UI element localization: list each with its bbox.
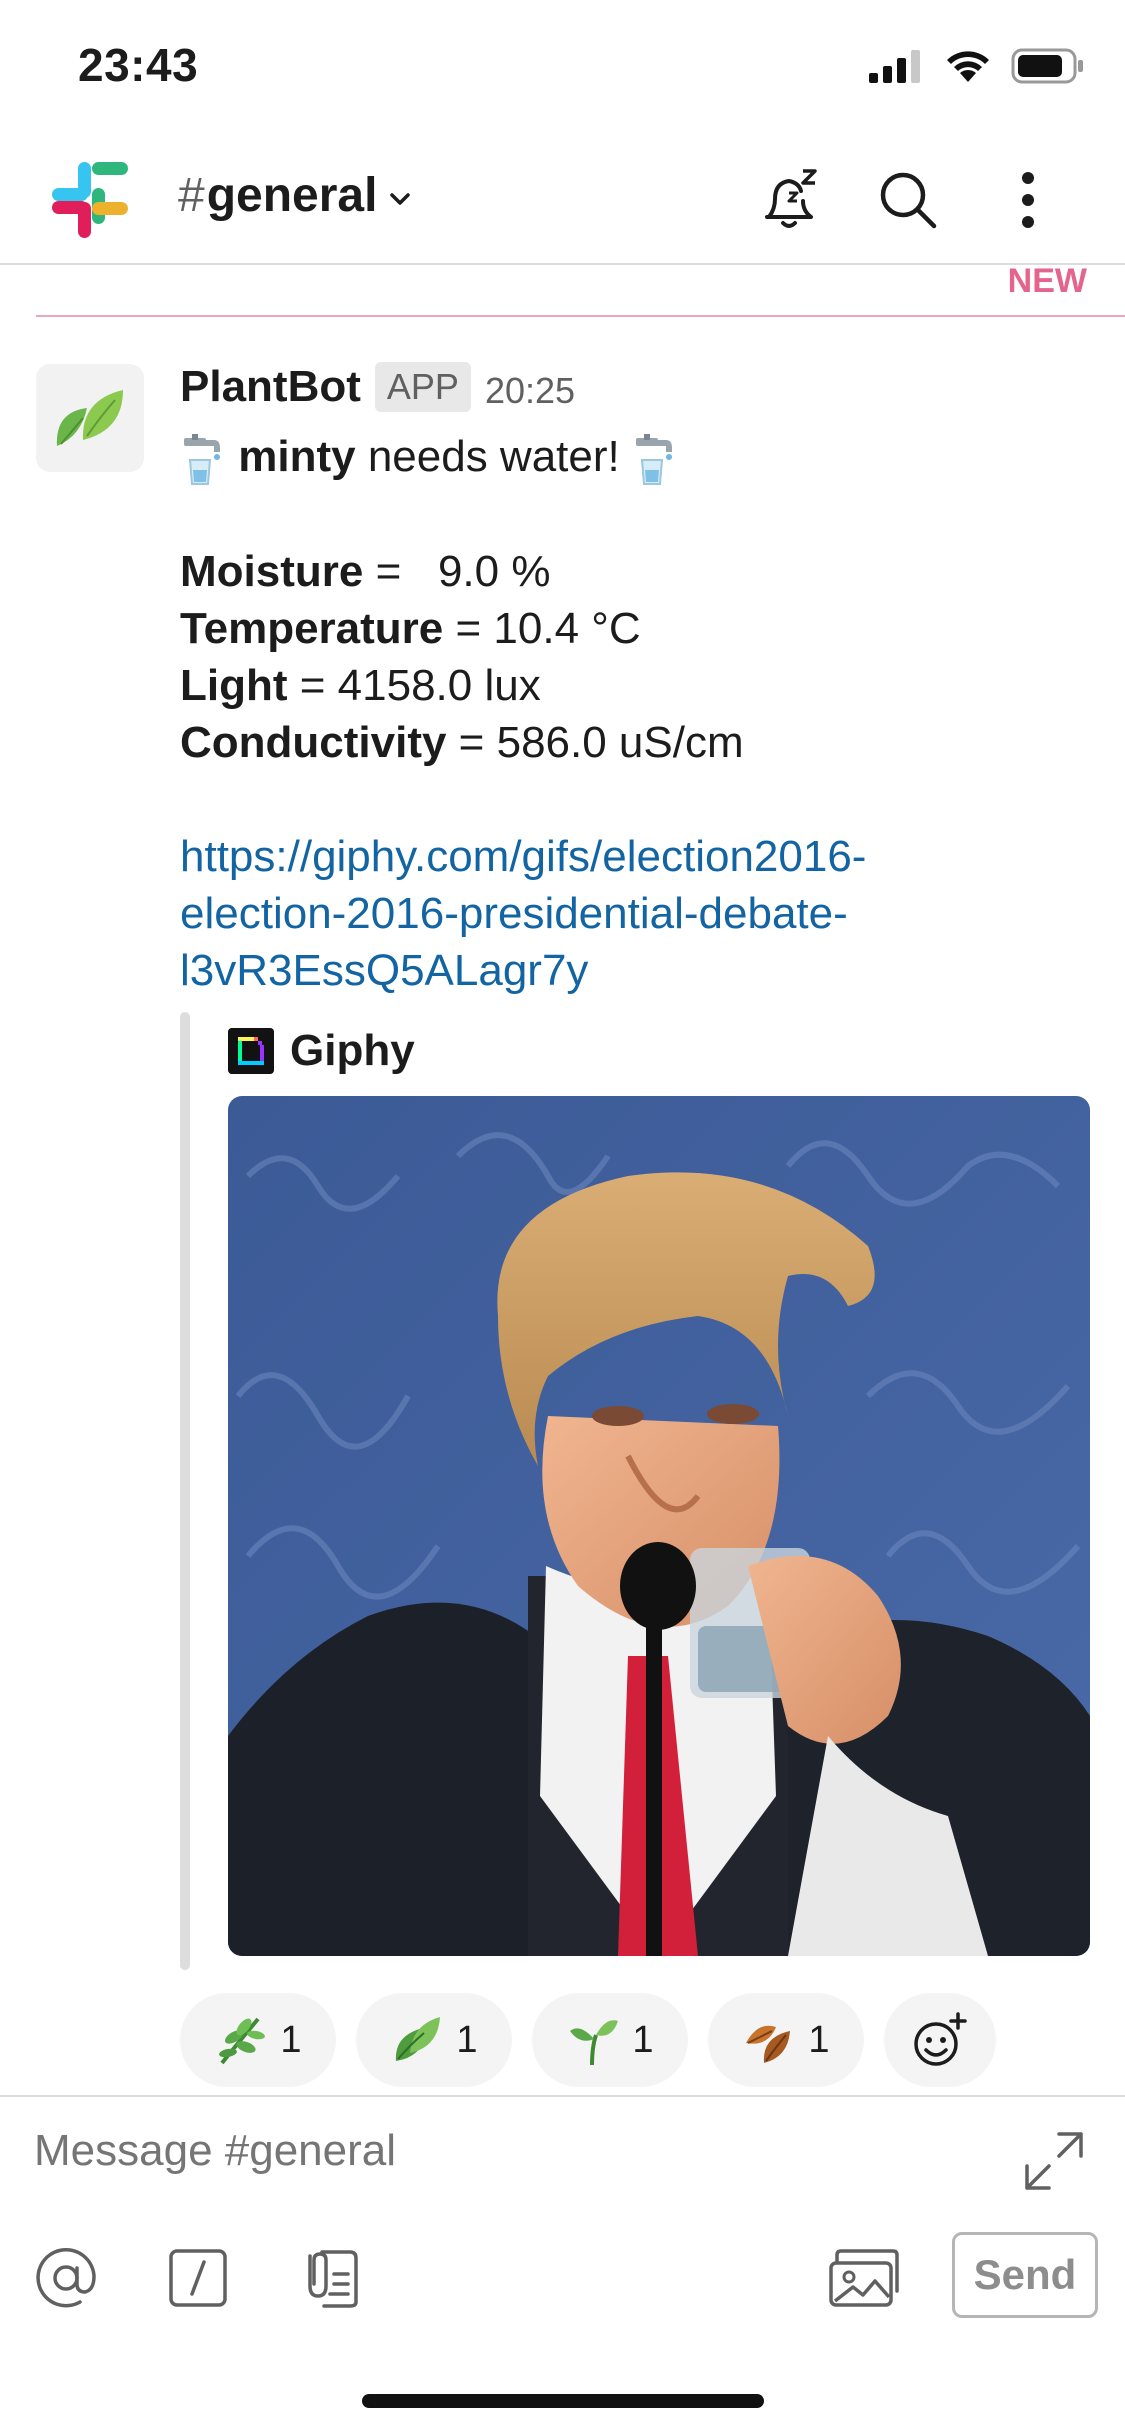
- slash-command-icon: [169, 2249, 227, 2307]
- cellular-signal-icon: [869, 50, 920, 83]
- reaction-leaves[interactable]: 1: [356, 1993, 512, 2087]
- reaction-count: 1: [632, 2018, 654, 2061]
- seedling-icon: [570, 2020, 619, 2066]
- attachment-service: Giphy: [228, 1026, 415, 1076]
- gif-image: [228, 1096, 1090, 1956]
- water-line: minty needs water!: [180, 428, 866, 486]
- more-vertical-icon: [1022, 172, 1034, 228]
- potable-water-icon: [184, 434, 220, 486]
- channel-title[interactable]: # general: [178, 168, 411, 223]
- reaction-seedling[interactable]: 1: [532, 1993, 688, 2087]
- mention-button[interactable]: [30, 2242, 102, 2314]
- message-timestamp: 20:25: [484, 370, 576, 411]
- reading-conductivity: Conductivity = 586.0 uS/cm: [180, 718, 744, 768]
- add-emoji-icon: [914, 2012, 967, 2066]
- giphy-link[interactable]: https://giphy.com/gifs/election2016- ele…: [180, 828, 866, 999]
- message-header: PlantBot APP 20:25: [180, 362, 575, 412]
- reading-temperature: Temperature = 10.4 °C: [180, 604, 641, 654]
- message-body: minty needs water! Moisture = 9.0 % Temp…: [180, 428, 866, 999]
- gif-preview[interactable]: [228, 1096, 1090, 1956]
- snooze-notifications-button[interactable]: [750, 160, 830, 240]
- search-icon: [880, 172, 937, 229]
- avatar[interactable]: [36, 364, 144, 472]
- expand-icon[interactable]: [1023, 2130, 1085, 2192]
- wifi-icon: [947, 51, 989, 82]
- send-button[interactable]: Send: [952, 2232, 1098, 2318]
- channel-header: # general: [0, 140, 1125, 265]
- slash-command-button[interactable]: [162, 2242, 234, 2314]
- slack-logo-icon[interactable]: [48, 158, 132, 242]
- home-indicator[interactable]: [362, 2394, 764, 2408]
- reaction-count: 1: [808, 2018, 830, 2061]
- app-badge: APP: [374, 362, 471, 412]
- message-input[interactable]: [34, 2126, 994, 2176]
- attach-file-icon: [308, 2250, 358, 2308]
- giphy-icon: [228, 1028, 274, 1074]
- bell-zzz-icon: [765, 169, 817, 228]
- leaves-icon: [396, 2017, 441, 2061]
- reactions-bar: 1 1 1 1: [180, 1993, 996, 2087]
- reaction-count: 1: [456, 2018, 478, 2061]
- add-reaction-button[interactable]: [884, 1993, 996, 2087]
- slack-channel-screen: 23:43 # general NEW PlantBot APP 20:25 m…: [0, 0, 1125, 2436]
- status-time: 23:43: [78, 39, 199, 91]
- attachment-service-name: Giphy: [290, 1026, 415, 1075]
- search-button[interactable]: [868, 160, 948, 240]
- sender-name[interactable]: PlantBot: [180, 362, 361, 412]
- status-bar: 23:43: [0, 0, 1125, 135]
- new-messages-divider: [36, 315, 1125, 317]
- new-messages-label: NEW: [1007, 262, 1087, 300]
- needs-water-text: needs water!: [355, 432, 632, 481]
- channel-name: general: [206, 169, 378, 222]
- chevron-down-icon: [390, 192, 411, 205]
- channel-hash: #: [178, 169, 205, 222]
- reading-moisture: Moisture = 9.0 %: [180, 547, 551, 597]
- battery-icon: [1011, 48, 1083, 84]
- leaf-icon: [56, 390, 123, 446]
- reaction-count: 1: [280, 2018, 302, 2061]
- status-icons: [869, 48, 1085, 84]
- photo-library-icon: [829, 2249, 899, 2307]
- herb-icon: [219, 2017, 266, 2065]
- photo-button[interactable]: [824, 2242, 906, 2314]
- at-sign-icon: [36, 2248, 96, 2308]
- header-divider: [0, 263, 1125, 265]
- attach-file-button[interactable]: [294, 2242, 366, 2314]
- plant-name: minty: [238, 432, 356, 481]
- reading-light: Light = 4158.0 lux: [180, 661, 541, 711]
- attachment-bar: [180, 1012, 190, 1970]
- reaction-herb[interactable]: 1: [180, 1993, 336, 2087]
- reaction-fallen-leaf[interactable]: 1: [708, 1993, 864, 2087]
- more-options-button[interactable]: [988, 160, 1068, 240]
- composer-divider: [0, 2095, 1125, 2097]
- fallen-leaf-icon: [746, 2025, 791, 2063]
- potable-water-icon: [635, 434, 672, 486]
